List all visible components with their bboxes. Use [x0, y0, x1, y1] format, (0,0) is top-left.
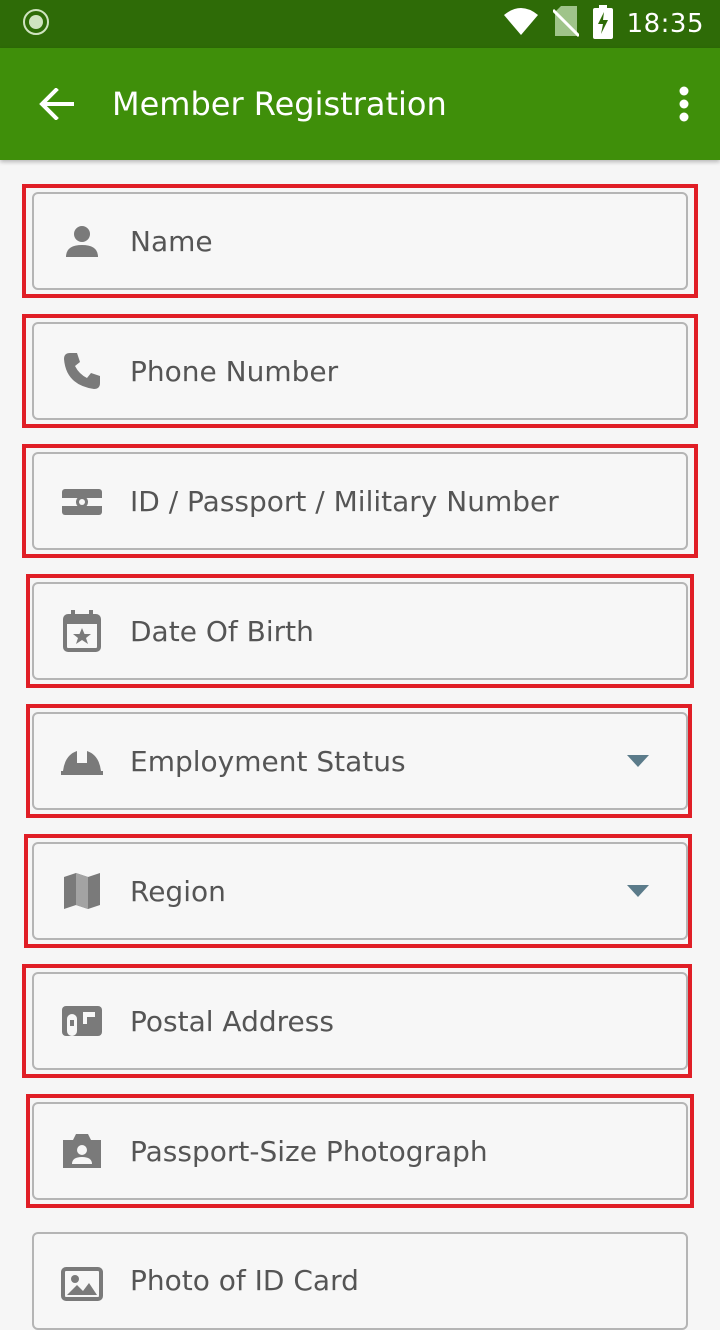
- passport-photo-field[interactable]: Passport-Size Photograph: [32, 1102, 688, 1200]
- phone-number-field[interactable]: Phone Number: [32, 322, 688, 420]
- image-icon: [58, 1260, 106, 1308]
- mailbox-icon: [58, 997, 106, 1045]
- more-vert-icon: [679, 86, 689, 122]
- wifi-icon: [503, 7, 539, 41]
- hardhat-icon: [58, 737, 106, 785]
- field-label: Postal Address: [130, 1004, 334, 1038]
- status-time: 18:35: [626, 9, 704, 39]
- date-of-birth-field[interactable]: Date Of Birth: [32, 582, 688, 680]
- chevron-down-icon[interactable]: [618, 871, 658, 911]
- arrow-left-icon: [39, 88, 74, 120]
- id-card-photo-field[interactable]: Photo of ID Card: [32, 1232, 688, 1330]
- calendar-icon: [58, 607, 106, 655]
- app-bar: Member Registration: [0, 48, 720, 160]
- camera-portrait-icon: [58, 1127, 106, 1175]
- map-icon: [58, 867, 106, 915]
- postal-address-field[interactable]: Postal Address: [32, 972, 688, 1070]
- person-icon: [58, 217, 106, 265]
- field-label: Employment Status: [130, 744, 406, 778]
- battery-charging-icon: [592, 5, 613, 43]
- region-dropdown[interactable]: Region: [32, 842, 688, 940]
- id-number-field[interactable]: ID / Passport / Military Number: [32, 452, 688, 550]
- page-title: Member Registration: [112, 85, 447, 123]
- field-label: ID / Passport / Military Number: [130, 484, 559, 518]
- back-button[interactable]: [36, 84, 76, 124]
- name-field[interactable]: Name: [32, 192, 688, 290]
- field-label: Date Of Birth: [130, 614, 314, 648]
- field-label: Region: [130, 874, 226, 908]
- app-notification-icon: [22, 8, 50, 40]
- field-label: Phone Number: [130, 354, 339, 388]
- no-sim-icon: [551, 6, 580, 42]
- chevron-down-icon[interactable]: [618, 741, 658, 781]
- employment-status-dropdown[interactable]: Employment Status: [32, 712, 688, 810]
- field-label: Photo of ID Card: [130, 1264, 359, 1297]
- field-label: Name: [130, 224, 213, 258]
- id-card-icon: [58, 477, 106, 525]
- field-label: Passport-Size Photograph: [130, 1134, 488, 1168]
- more-options-button[interactable]: [672, 84, 696, 124]
- phone-icon: [58, 347, 106, 395]
- status-bar: 18:35: [0, 0, 720, 48]
